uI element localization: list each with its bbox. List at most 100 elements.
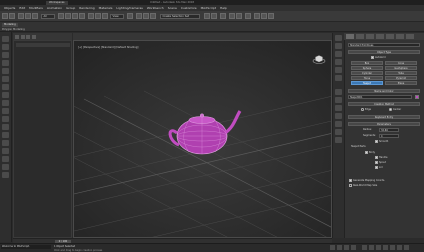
set-key-icon[interactable] xyxy=(330,245,335,250)
pan-icon[interactable] xyxy=(390,245,395,250)
angle-snap-icon[interactable] xyxy=(143,13,149,19)
menu-rendering[interactable]: Rendering xyxy=(79,6,94,10)
object-name-field[interactable]: Teapot001 xyxy=(348,95,412,99)
spacewarps-tab-icon[interactable] xyxy=(396,34,404,39)
ref-coord-dropdown[interactable]: View xyxy=(110,13,124,19)
shapes-filter-icon[interactable] xyxy=(2,68,9,74)
helpers-tab-icon[interactable] xyxy=(386,34,394,39)
mirror-icon[interactable] xyxy=(204,13,210,19)
object-type-rollout[interactable]: Object Type xyxy=(348,50,420,54)
workspace-tab[interactable]: Workspaces xyxy=(46,0,68,5)
menu-animation[interactable]: Animation xyxy=(47,6,62,10)
schematic-view-icon[interactable] xyxy=(236,13,242,19)
auto-key-icon[interactable] xyxy=(337,245,342,250)
scene-explorer[interactable] xyxy=(13,40,72,238)
perspective-viewport[interactable] xyxy=(73,40,332,238)
select-filter-icon[interactable] xyxy=(15,34,19,39)
material-editor-icon[interactable] xyxy=(245,13,251,19)
lights-tab-icon[interactable] xyxy=(366,34,374,39)
link-icon[interactable] xyxy=(18,13,24,19)
lid-checkbox[interactable] xyxy=(375,166,378,169)
menu-scene[interactable]: Scene xyxy=(168,6,177,10)
maximize-viewport-icon[interactable] xyxy=(404,245,409,250)
menu-maxscript[interactable]: MAXScript xyxy=(201,6,216,10)
window-crossing-icon[interactable] xyxy=(79,13,85,19)
named-selection-dropdown[interactable]: Create Selection Set xyxy=(160,13,200,19)
display-filter-icon[interactable] xyxy=(20,34,25,39)
containers-filter-icon[interactable] xyxy=(2,132,9,138)
align-icon[interactable] xyxy=(211,13,217,19)
scene-root-row[interactable] xyxy=(16,43,70,47)
layer-icon[interactable] xyxy=(2,164,9,170)
shapes-icon[interactable] xyxy=(335,97,342,103)
bind-space-warp-icon[interactable] xyxy=(32,13,38,19)
rotate-icon[interactable] xyxy=(95,13,101,19)
teapot-button[interactable]: Teapot xyxy=(351,81,383,85)
geosphere-button[interactable]: GeoSphere xyxy=(385,66,417,70)
object-color-swatch[interactable] xyxy=(415,95,419,99)
menu-edit[interactable]: Edit xyxy=(19,6,25,10)
pivot-icon[interactable] xyxy=(127,13,133,19)
select-icon[interactable] xyxy=(2,36,9,42)
cameras-icon[interactable] xyxy=(335,113,342,119)
viewport-label[interactable]: [+] [Perspective] [Standard] [Default Sh… xyxy=(78,46,138,49)
menu-workbench[interactable]: Workbench xyxy=(147,6,164,10)
radius-spinner[interactable]: 32.66 xyxy=(379,127,399,132)
unlink-icon[interactable] xyxy=(25,13,31,19)
geometry-tab-icon[interactable] xyxy=(346,34,354,39)
percent-snap-icon[interactable] xyxy=(150,13,156,19)
cone-button[interactable]: Cone xyxy=(385,61,417,65)
menu-help[interactable]: Help xyxy=(220,6,227,10)
orbit-icon[interactable] xyxy=(397,245,402,250)
ribbon-sub-label[interactable]: Polygon Modeling xyxy=(2,28,25,32)
cylinder-button[interactable]: Cylinder xyxy=(351,71,383,75)
segments-spinner[interactable]: 4 xyxy=(379,133,399,138)
render-icon[interactable] xyxy=(268,13,274,19)
lights-filter-icon[interactable] xyxy=(2,76,9,82)
zoom-icon[interactable] xyxy=(362,245,367,250)
menu-group[interactable]: Group xyxy=(66,6,75,10)
edge-radio[interactable] xyxy=(361,108,364,111)
shapes-tab-icon[interactable] xyxy=(356,34,364,39)
helpers-icon[interactable] xyxy=(335,121,342,127)
smooth-checkbox[interactable] xyxy=(375,140,378,143)
viewcube-icon[interactable] xyxy=(312,53,326,65)
maxscript-listener[interactable]: Welcome to MAXScript. xyxy=(1,245,51,249)
systems-icon[interactable] xyxy=(335,137,342,143)
hierarchy-tab-icon[interactable] xyxy=(335,51,342,57)
edit-filter-icon[interactable] xyxy=(26,34,30,39)
creation-method-rollout[interactable]: Creation Method xyxy=(348,102,420,106)
redo-icon[interactable] xyxy=(9,13,15,19)
display-all-icon[interactable] xyxy=(2,52,9,58)
cameras-filter-icon[interactable] xyxy=(2,84,9,90)
real-world-checkbox[interactable] xyxy=(349,184,352,187)
utilities-tab-icon[interactable] xyxy=(335,75,342,81)
select-by-name-icon[interactable] xyxy=(65,13,71,19)
keyboard-entry-rollout[interactable]: Keyboard Entry xyxy=(348,115,420,119)
zoom-all-icon[interactable] xyxy=(369,245,374,250)
menu-materials[interactable]: Materials xyxy=(99,6,113,10)
layer-explorer-icon[interactable] xyxy=(220,13,226,19)
sphere-button[interactable]: Sphere xyxy=(351,66,383,70)
customize-filter-icon[interactable] xyxy=(31,34,36,39)
ribbon-tab-modeling[interactable]: Modeling xyxy=(2,23,18,27)
play-icon[interactable] xyxy=(344,245,349,250)
bones-filter-icon[interactable] xyxy=(2,124,9,130)
handle-checkbox[interactable] xyxy=(375,156,378,159)
center-radio[interactable] xyxy=(389,108,392,111)
viewport-canvas[interactable] xyxy=(74,41,332,238)
next-frame-icon[interactable] xyxy=(351,245,356,250)
category-dropdown[interactable]: Standard Primitives xyxy=(348,43,420,47)
select-object-icon[interactable] xyxy=(58,13,64,19)
spacewarps-filter-icon[interactable] xyxy=(2,100,9,106)
rendered-frame-icon[interactable] xyxy=(261,13,267,19)
spout-checkbox[interactable] xyxy=(375,161,378,164)
lights-icon[interactable] xyxy=(335,105,342,111)
parameters-rollout[interactable]: Parameters xyxy=(348,122,420,126)
scale-icon[interactable] xyxy=(102,13,108,19)
create-tab-icon[interactable] xyxy=(335,35,342,41)
menu-lighting-cameras[interactable]: Lighting/Cameras xyxy=(116,6,142,10)
gen-mapping-checkbox[interactable] xyxy=(349,179,352,182)
display-none-icon[interactable] xyxy=(2,44,9,50)
torus-button[interactable]: Torus xyxy=(351,76,383,80)
